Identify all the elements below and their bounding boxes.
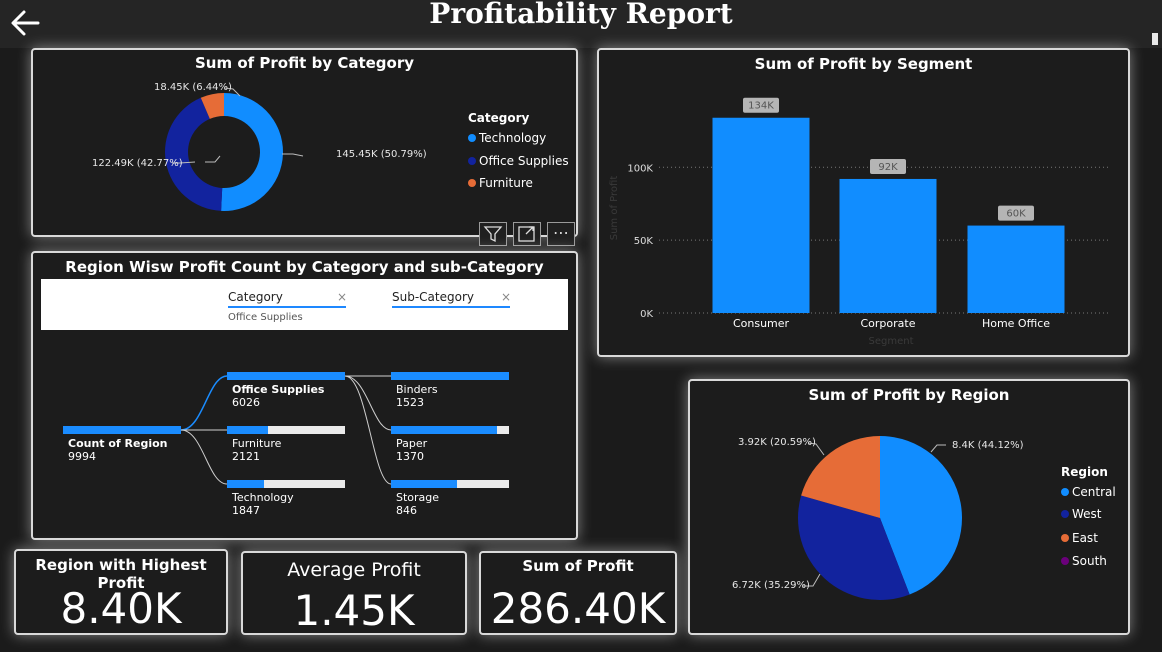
tree-node-root-fill bbox=[63, 426, 181, 434]
donut-label-furniture: 18.45K (6.44%) bbox=[154, 82, 232, 93]
tree-node-root-value: 9994 bbox=[68, 450, 96, 463]
tree-node-storage-fill bbox=[391, 480, 458, 488]
pie-label-central: 8.4K (44.12%) bbox=[952, 440, 1024, 451]
category-donut-card[interactable]: Sum of Profit by Category 18.45K (6.44%)… bbox=[31, 48, 578, 237]
tree-node-furniture-fill bbox=[227, 426, 269, 434]
y-tick-label: 100K bbox=[627, 163, 653, 174]
tree-node-root-bar[interactable] bbox=[63, 426, 181, 434]
segment-bar-chart[interactable]: 100K 50K 0K Sum of Profit Segment 134K Consume… bbox=[599, 50, 1128, 355]
y-axis-label: Sum of Profit bbox=[609, 176, 620, 241]
legend-item-south[interactable]: South bbox=[1061, 554, 1107, 568]
tree-node-technology-name: Technology bbox=[232, 491, 294, 504]
tree-node-technology-bar[interactable] bbox=[227, 480, 345, 488]
bar-consumer[interactable] bbox=[712, 117, 810, 313]
legend-item-west[interactable]: West bbox=[1061, 507, 1102, 521]
tree-node-paper-bar[interactable] bbox=[391, 426, 509, 434]
filter-button[interactable] bbox=[479, 222, 507, 246]
kpi-average-profit-card[interactable]: Average Profit 1.45K bbox=[241, 551, 467, 635]
kpi-sum-profit-card[interactable]: Sum of Profit 286.40K bbox=[479, 551, 677, 635]
legend-item-central[interactable]: Central bbox=[1061, 485, 1116, 499]
legend-dot-central bbox=[1061, 488, 1069, 496]
tree-node-binders-fill bbox=[391, 372, 509, 380]
y-tick-label: 50K bbox=[634, 236, 654, 247]
tree-node-binders-value: 1523 bbox=[396, 396, 424, 409]
region-legend-title: Region bbox=[1061, 465, 1108, 479]
tree-node-paper-value: 1370 bbox=[396, 450, 424, 463]
focus-mode-button[interactable] bbox=[513, 222, 541, 246]
legend-item-technology[interactable]: Technology bbox=[468, 131, 546, 145]
leader-technology bbox=[205, 155, 221, 163]
x-tick-label: Consumer bbox=[733, 317, 790, 330]
more-options-icon: ⋯ bbox=[553, 223, 569, 242]
kpi-average-profit-title: Average Profit bbox=[287, 559, 421, 581]
legend-dot-east bbox=[1061, 534, 1069, 542]
filter-icon bbox=[483, 226, 503, 243]
donut-label-technology: 145.45K (50.79%) bbox=[336, 149, 427, 160]
tree-node-technology-value: 1847 bbox=[232, 504, 260, 517]
x-axis-label: Segment bbox=[869, 336, 914, 347]
data-label-corporate: 92K bbox=[878, 162, 898, 173]
tree-node-technology-fill bbox=[227, 480, 264, 488]
legend-item-east[interactable]: East bbox=[1061, 531, 1098, 545]
legend-dot-west bbox=[1061, 510, 1069, 518]
legend-dot-south bbox=[1061, 557, 1069, 565]
bar-home-office[interactable] bbox=[967, 225, 1065, 313]
donut-label-office-supplies: 122.49K (42.77%) bbox=[92, 158, 183, 169]
y-tick-label: 0K bbox=[640, 309, 653, 320]
tree-node-storage-bar[interactable] bbox=[391, 480, 509, 488]
donut-slice-technology[interactable] bbox=[221, 93, 283, 211]
region-pie-card[interactable]: Sum of Profit by Region 8.4K (44.12%) 3.… bbox=[688, 379, 1130, 635]
legend-dot-technology bbox=[468, 134, 476, 142]
legend-dot-furniture bbox=[468, 179, 476, 187]
kpi-average-profit-value: 1.45K bbox=[293, 586, 415, 635]
legend-item-furniture[interactable]: Furniture bbox=[468, 176, 533, 190]
tree-node-paper-fill bbox=[391, 426, 498, 434]
tree-node-storage-name: Storage bbox=[396, 491, 440, 504]
tree-node-furniture-name: Furniture bbox=[232, 437, 282, 450]
scrollbar-handle[interactable] bbox=[1152, 33, 1158, 45]
leader-central-label bbox=[930, 444, 946, 453]
tree-node-furniture-value: 2121 bbox=[232, 450, 260, 463]
kpi-highest-region-value: 8.40K bbox=[60, 584, 182, 633]
tree-node-storage-value: 846 bbox=[396, 504, 417, 517]
kpi-sum-profit-title: Sum of Profit bbox=[522, 557, 634, 575]
kpi-highest-region-card[interactable]: Region with Highest Profit 8.40K bbox=[14, 549, 228, 635]
pie-label-east: 3.92K (20.59%) bbox=[738, 437, 816, 448]
tree-node-furniture-bar[interactable] bbox=[227, 426, 345, 434]
kpi-sum-profit-value: 286.40K bbox=[490, 584, 666, 633]
segment-bar-card[interactable]: Sum of Profit by Segment 100K 50K 0K Sum of… bbox=[597, 48, 1130, 357]
tree-node-binders-name: Binders bbox=[396, 383, 438, 396]
legend-item-office-supplies[interactable]: Office Supplies bbox=[468, 154, 569, 168]
tree-node-office-supplies-name: Office Supplies bbox=[232, 383, 325, 396]
legend-dot-office-supplies bbox=[468, 157, 476, 165]
data-label-consumer: 134K bbox=[748, 101, 774, 112]
report-title: Profitability Report bbox=[429, 0, 733, 30]
tree-node-office-supplies-fill bbox=[227, 372, 345, 380]
more-options-button[interactable]: ⋯ bbox=[547, 222, 575, 246]
category-legend-title: Category bbox=[468, 111, 530, 125]
tree-node-office-supplies-bar[interactable] bbox=[227, 372, 345, 380]
tree-node-binders-bar[interactable] bbox=[391, 372, 509, 380]
tree-node-paper-name: Paper bbox=[396, 437, 428, 450]
pie-label-west: 6.72K (35.29%) bbox=[732, 580, 810, 591]
x-tick-label: Corporate bbox=[861, 317, 916, 330]
tree-node-root-name: Count of Region bbox=[68, 437, 168, 450]
x-tick-label: Home Office bbox=[982, 317, 1050, 330]
bar-corporate[interactable] bbox=[839, 178, 937, 313]
leader-technology-label bbox=[282, 153, 304, 157]
data-label-home-office: 60K bbox=[1006, 209, 1026, 220]
focus-mode-icon bbox=[518, 226, 535, 242]
tree-node-office-supplies-value: 6026 bbox=[232, 396, 260, 409]
top-bar: Profitability Report bbox=[0, 0, 1162, 48]
decomposition-tree-card[interactable]: Region Wisw Profit Count by Category and… bbox=[31, 251, 578, 540]
